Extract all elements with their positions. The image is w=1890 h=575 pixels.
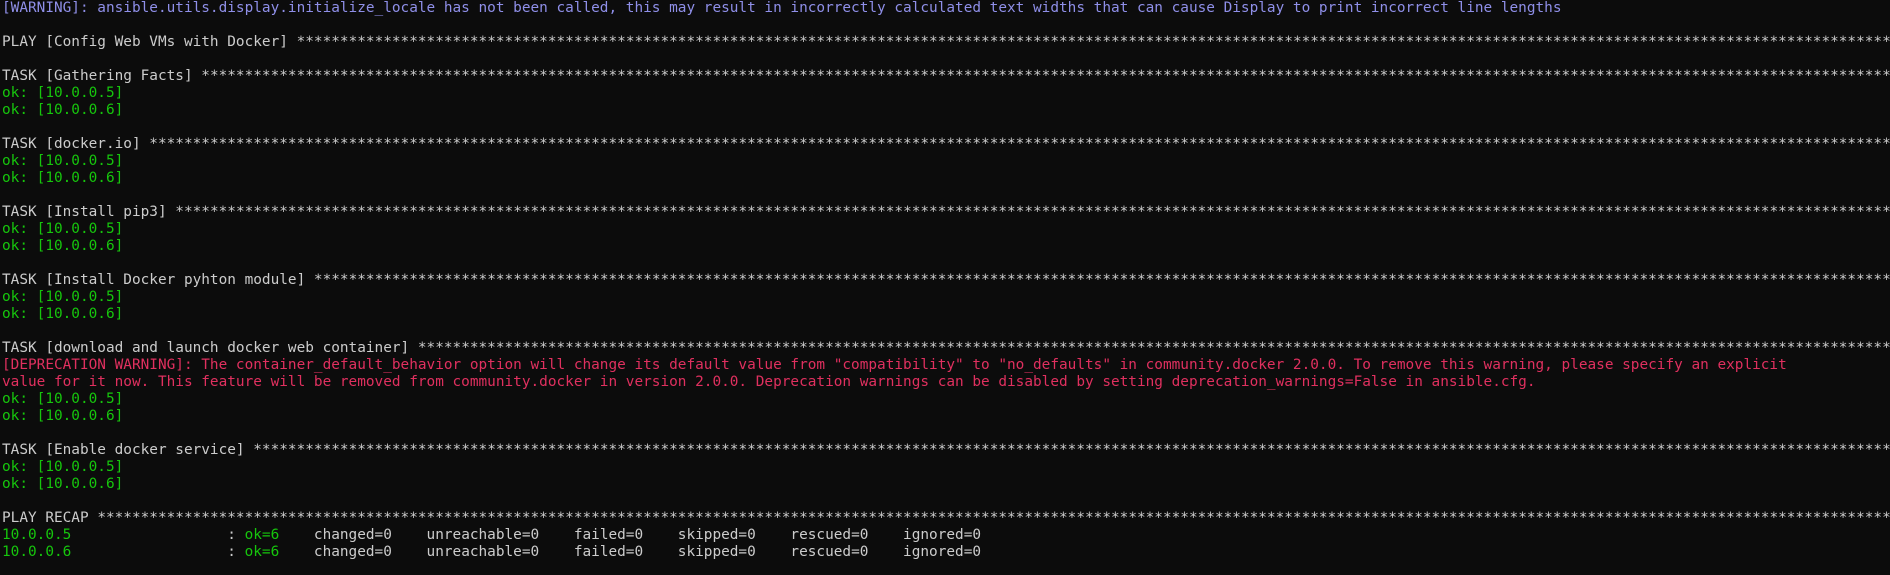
- task-header-line: TASK [Enable docker service] ***********…: [2, 442, 1890, 459]
- task-result-line: ok: [10.0.0.5]: [2, 153, 124, 169]
- deprecation-warning-line: [DEPRECATION WARNING]: The container_def…: [2, 357, 1787, 373]
- recap-host: 10.0.0.5: [2, 527, 72, 543]
- recap-host: 10.0.0.6: [2, 544, 72, 560]
- task-header-text: TASK [Install pip3]: [2, 204, 167, 220]
- recap-stats: changed=0 unreachable=0 failed=0 skipped…: [279, 527, 982, 543]
- task-header-text: TASK [Gathering Facts]: [2, 68, 193, 84]
- recap-row: 10.0.0.6 : ok=6 changed=0 unreachable=0 …: [2, 544, 1890, 561]
- play-header-line: PLAY [Config Web VMs with Docker] ******…: [2, 34, 1890, 51]
- task-header-text: TASK [Enable docker service]: [2, 442, 245, 458]
- task-result-line: ok: [10.0.0.6]: [2, 170, 124, 186]
- recap-stats: changed=0 unreachable=0 failed=0 skipped…: [279, 544, 982, 560]
- recap-separator: :: [227, 544, 245, 560]
- task-header-line: TASK [Install pip3] ********************…: [2, 204, 1890, 221]
- recap-separator: :: [227, 527, 245, 543]
- star-rule: ****************************************…: [296, 34, 1890, 50]
- task-header-line: TASK [download and launch docker web con…: [2, 340, 1890, 357]
- task-result-line: ok: [10.0.0.6]: [2, 306, 124, 322]
- star-rule: ****************************************…: [253, 442, 1890, 458]
- recap-row: 10.0.0.5 : ok=6 changed=0 unreachable=0 …: [2, 527, 1890, 544]
- task-result-line: ok: [10.0.0.6]: [2, 408, 124, 424]
- star-rule: ****************************************…: [175, 204, 1890, 220]
- task-header-line: TASK [Gathering Facts] *****************…: [2, 68, 1890, 85]
- star-rule: ****************************************…: [97, 510, 1890, 526]
- task-result-line: ok: [10.0.0.5]: [2, 391, 124, 407]
- star-rule: ****************************************…: [417, 340, 1890, 356]
- deprecation-warning-line: value for it now. This feature will be r…: [2, 374, 1536, 390]
- task-header-text: TASK [docker.io]: [2, 136, 141, 152]
- recap-ok-count: ok=6: [244, 544, 280, 560]
- task-header-text: TASK [download and launch docker web con…: [2, 340, 410, 356]
- task-result-line: ok: [10.0.0.6]: [2, 102, 124, 118]
- recap-padding: [71, 544, 227, 560]
- play-recap-header-line: PLAY RECAP *****************************…: [2, 510, 1890, 527]
- locale-warning-line: [WARNING]: ansible.utils.display.initial…: [2, 0, 1562, 16]
- task-result-line: ok: [10.0.0.6]: [2, 476, 124, 492]
- play-recap-text: PLAY RECAP: [2, 510, 89, 526]
- task-result-line: ok: [10.0.0.5]: [2, 221, 124, 237]
- recap-ok-count: ok=6: [244, 527, 280, 543]
- task-result-line: ok: [10.0.0.6]: [2, 238, 124, 254]
- task-result-line: ok: [10.0.0.5]: [2, 459, 124, 475]
- terminal-window[interactable]: [WARNING]: ansible.utils.display.initial…: [2, 0, 1890, 575]
- star-rule: ****************************************…: [201, 68, 1890, 84]
- task-header-line: TASK [docker.io] ***********************…: [2, 136, 1890, 153]
- star-rule: ****************************************…: [313, 272, 1890, 288]
- task-header-text: TASK [Install Docker pyhton module]: [2, 272, 306, 288]
- task-result-line: ok: [10.0.0.5]: [2, 85, 124, 101]
- star-rule: ****************************************…: [149, 136, 1890, 152]
- recap-padding: [71, 527, 227, 543]
- task-header-line: TASK [Install Docker pyhton module] ****…: [2, 272, 1890, 289]
- task-result-line: ok: [10.0.0.5]: [2, 289, 124, 305]
- play-header-text: PLAY [Config Web VMs with Docker]: [2, 34, 288, 50]
